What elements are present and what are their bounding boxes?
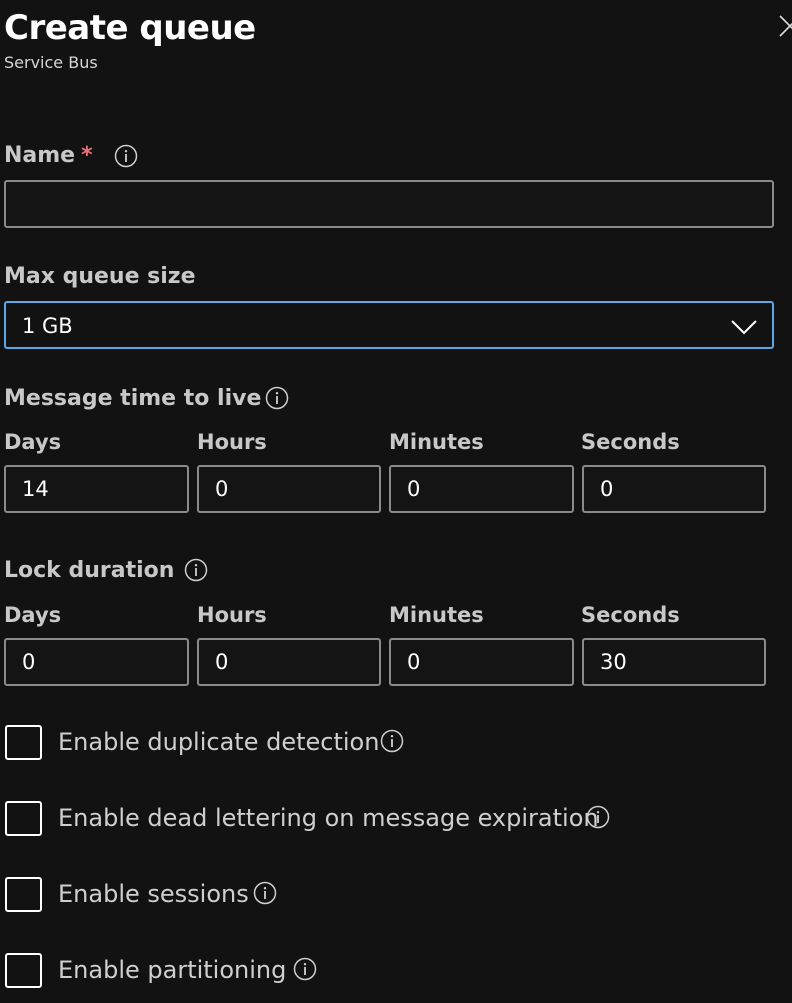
- lock-minutes-input[interactable]: [389, 638, 574, 686]
- partitioning-label[interactable]: Enable partitioning: [58, 955, 286, 985]
- info-icon: [586, 805, 610, 829]
- lock-days-input[interactable]: [4, 638, 189, 686]
- name-input[interactable]: [4, 180, 774, 228]
- ttl-days-label: Days: [4, 430, 62, 454]
- name-info-button[interactable]: [114, 144, 138, 168]
- lock-duration-info-button[interactable]: [184, 558, 208, 582]
- message-ttl-label: Message time to live: [4, 386, 262, 411]
- partitioning-checkbox[interactable]: [5, 953, 42, 988]
- lock-seconds-label: Seconds: [581, 603, 680, 627]
- ttl-minutes-label: Minutes: [389, 430, 484, 454]
- name-label-text: Name: [4, 143, 76, 168]
- close-button[interactable]: [778, 14, 792, 38]
- ttl-hours-input[interactable]: [197, 465, 381, 513]
- info-icon: [293, 957, 317, 981]
- info-icon: [253, 881, 277, 905]
- info-icon: [184, 558, 208, 582]
- message-ttl-info-button[interactable]: [265, 386, 289, 410]
- ttl-hours-label: Hours: [197, 430, 267, 454]
- info-icon: [265, 386, 289, 410]
- info-icon: [380, 729, 404, 753]
- lock-hours-input[interactable]: [197, 638, 381, 686]
- duplicate-detection-checkbox[interactable]: [5, 725, 42, 760]
- partitioning-info-button[interactable]: [293, 957, 317, 981]
- lock-minutes-label: Minutes: [389, 603, 484, 627]
- sessions-label[interactable]: Enable sessions: [58, 879, 249, 909]
- max-queue-size-label: Max queue size: [4, 264, 196, 289]
- panel-title: Create queue: [4, 8, 256, 48]
- chevron-down-icon: [731, 320, 757, 335]
- ttl-seconds-input[interactable]: [582, 465, 766, 513]
- dead-lettering-label[interactable]: Enable dead lettering on message expirat…: [58, 803, 599, 833]
- sessions-checkbox[interactable]: [5, 877, 42, 912]
- duplicate-detection-info-button[interactable]: [380, 729, 404, 753]
- lock-days-label: Days: [4, 603, 62, 627]
- lock-duration-label: Lock duration: [4, 558, 175, 583]
- ttl-seconds-label: Seconds: [581, 430, 680, 454]
- max-queue-size-value: 1 GB: [22, 314, 73, 338]
- close-icon: [779, 15, 792, 37]
- lock-seconds-input[interactable]: [582, 638, 766, 686]
- dead-lettering-info-button[interactable]: [586, 805, 610, 829]
- ttl-minutes-input[interactable]: [389, 465, 574, 513]
- panel-subtitle: Service Bus: [4, 53, 98, 72]
- lock-hours-label: Hours: [197, 603, 267, 627]
- info-icon: [114, 144, 138, 168]
- dead-lettering-checkbox[interactable]: [5, 801, 42, 836]
- ttl-days-input[interactable]: [4, 465, 189, 513]
- name-label: Name *: [4, 142, 93, 170]
- duplicate-detection-label[interactable]: Enable duplicate detection: [58, 727, 379, 757]
- sessions-info-button[interactable]: [253, 881, 277, 905]
- required-marker: *: [81, 143, 93, 168]
- max-queue-size-select[interactable]: 1 GB: [4, 301, 774, 349]
